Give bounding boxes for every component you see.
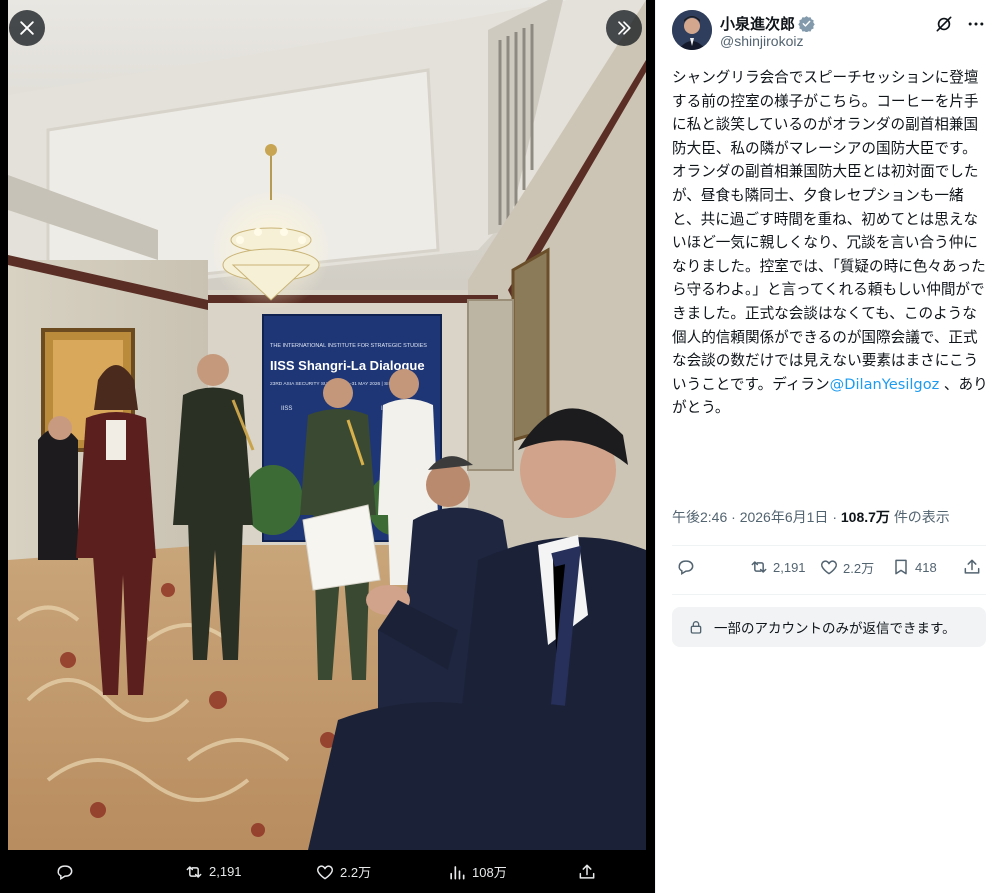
tweet-date[interactable]: 2026年6月1日 [740,509,829,525]
banner-small-text: THE INTERNATIONAL INSTITUTE FOR STRATEGI… [270,343,427,349]
bookmark-icon [895,559,907,575]
tweet-meta: 午後2:46 · 2026年6月1日 · 108.7万 件の表示 [672,507,950,527]
media-share-button[interactable] [577,862,597,882]
view-count: 108.7万 [840,509,890,525]
close-icon [20,21,34,35]
author-name-text: 小泉進次郎 [720,16,796,33]
tweet-actions: 2,191 2.2万 418 [672,557,986,583]
like-button[interactable]: 2.2万 [819,557,874,577]
heart-icon [820,560,838,575]
meta-separator-2: · [832,509,837,525]
reply-restriction-text: 一部のアカウントのみが返信できます。 [714,621,956,636]
retweet-icon [186,865,202,878]
chevrons-right-icon [618,21,631,35]
media-reply-button[interactable] [55,862,75,882]
banner-logo-text: IISS [281,406,292,412]
share-button[interactable] [962,557,982,577]
tweet-body-text: シャングリラ会合でスピーチセッションに登壇する前の控室の様子がこちら。コーヒーを… [672,69,986,393]
share-icon [579,864,595,879]
tweet-photo[interactable]: THE INTERNATIONAL INSTITUTE FOR STRATEGI… [8,0,646,850]
retweet-icon [751,561,767,573]
media-like-button[interactable]: 2.2万 [315,862,371,882]
divider-2 [672,594,986,595]
media-retweet-button[interactable]: 2,191 [184,862,242,882]
retweet-button[interactable]: 2,191 [749,557,806,577]
reply-restriction-notice: 一部のアカウントのみが返信できます。 [672,607,986,647]
bookmark-count: 418 [915,559,937,575]
media-views-count: 108万 [472,865,507,880]
verified-badge-icon [798,15,815,32]
reply-icon [57,864,73,880]
heart-icon [316,864,334,879]
avatar[interactable] [672,10,712,50]
divider [672,545,986,546]
media-retweet-count: 2,191 [209,864,242,879]
tweet-text: シャングリラ会合でスピーチセッションに登壇する前の控室の様子がこちら。コーヒーを… [672,66,990,420]
author-row: 小泉進次郎 @shinjirokoiz [672,10,990,52]
like-count: 2.2万 [843,560,875,576]
close-button[interactable] [9,10,45,46]
media-like-count: 2.2万 [340,865,372,880]
more-options-icon[interactable] [966,14,986,34]
grok-icon[interactable] [934,14,954,34]
author-name[interactable]: 小泉進次郎 [720,13,815,34]
retweet-count: 2,191 [773,559,806,575]
lock-icon [690,621,702,634]
expand-button[interactable] [606,10,642,46]
media-viewer: THE INTERNATIONAL INSTITUTE FOR STRATEGI… [0,0,655,893]
view-label: 件の表示 [893,509,950,525]
meta-separator: · [731,509,736,525]
tweet-time[interactable]: 午後2:46 [672,509,727,525]
bookmark-button[interactable]: 418 [891,557,937,577]
author-handle[interactable]: @shinjirokoiz [720,33,803,49]
share-icon [964,559,980,574]
media-views-button[interactable]: 108万 [447,862,507,882]
media-action-bar: 2,191 2.2万 108万 [0,850,655,893]
reply-button[interactable] [676,557,696,577]
mention-link[interactable]: @DilanYesilgoz [830,376,940,393]
reply-icon [678,560,694,575]
tweet-panel: 小泉進次郎 @shinjirokoiz シャングリラ会合でスピーチセッションに登… [655,0,1002,893]
views-chart-icon [450,865,465,879]
